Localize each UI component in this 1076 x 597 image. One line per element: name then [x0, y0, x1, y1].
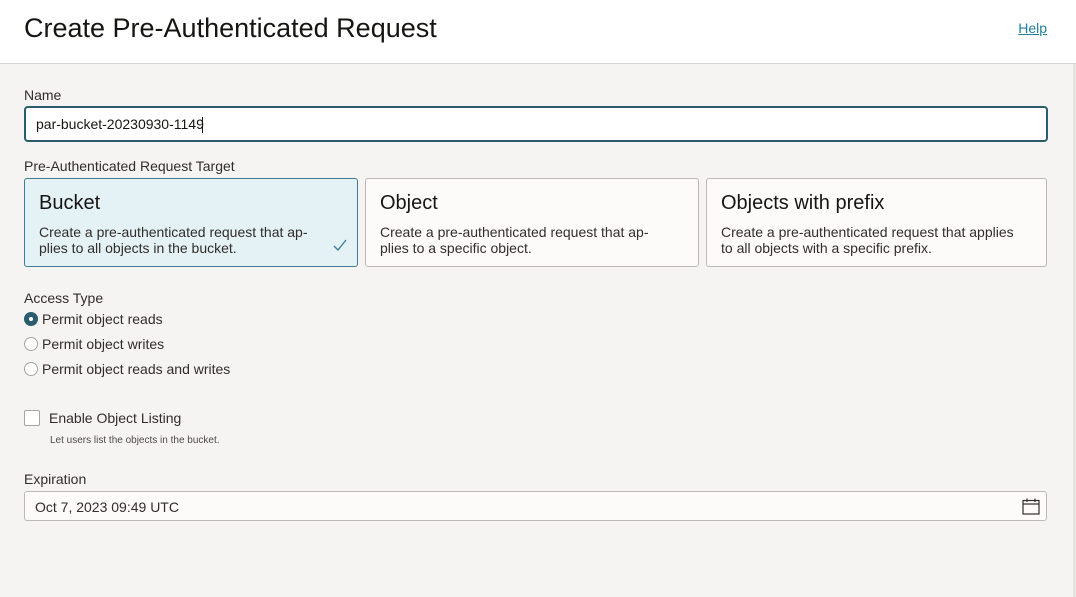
radio-label: Permit object reads and writes [42, 361, 231, 377]
enable-object-listing-checkbox[interactable] [24, 410, 40, 426]
access-type-label: Access Type [24, 290, 104, 306]
target-card-object[interactable]: Object Create a pre-authenticated reques… [365, 178, 699, 267]
page-header: Create Pre-Authenticated Request Help [0, 0, 1076, 64]
card-description: Create a pre-authenticated request that … [380, 224, 649, 256]
radio-label: Permit object writes [42, 336, 165, 352]
checkbox-label: Enable Object Listing [49, 410, 182, 426]
expiration-date-input[interactable]: Oct 7, 2023 09:49 UTC [24, 491, 1047, 521]
name-label: Name [24, 87, 62, 103]
radio-permit-object-writes[interactable]: Permit object writes [24, 335, 164, 353]
page-title: Create Pre-Authenticated Request [24, 13, 437, 43]
target-card-bucket[interactable]: Bucket Create a pre-authenticated reques… [24, 178, 358, 267]
radio-button[interactable] [24, 362, 38, 376]
card-title: Objects with prefix [721, 192, 885, 214]
radio-label: Permit object reads [42, 311, 163, 327]
enable-object-listing-toggle[interactable]: Enable Object Listing [24, 409, 181, 427]
text-cursor [202, 117, 203, 133]
name-input[interactable] [24, 106, 1048, 142]
check-icon [333, 239, 347, 252]
object-listing-helper-text: Let users list the objects in the bucket… [50, 435, 220, 446]
target-card-objects-with-prefix[interactable]: Objects with prefix Create a pre-authent… [706, 178, 1047, 267]
calendar-icon[interactable] [1022, 498, 1040, 515]
radio-button[interactable] [24, 337, 38, 351]
radio-permit-object-reads-and-writes[interactable]: Permit object reads and writes [24, 360, 230, 378]
expiration-value: Oct 7, 2023 09:49 UTC [35, 499, 179, 515]
card-title: Object [380, 192, 438, 214]
target-label: Pre-Authenticated Request Target [24, 158, 235, 174]
card-description: Create a pre-authenticated request that … [721, 224, 1014, 256]
expiration-label: Expiration [24, 471, 87, 487]
radio-permit-object-reads[interactable]: Permit object reads [24, 310, 163, 328]
card-title: Bucket [39, 192, 101, 214]
help-link[interactable]: Help [1018, 20, 1047, 36]
radio-button[interactable] [24, 312, 38, 326]
card-description: Create a pre-authenticated request that … [39, 224, 308, 256]
